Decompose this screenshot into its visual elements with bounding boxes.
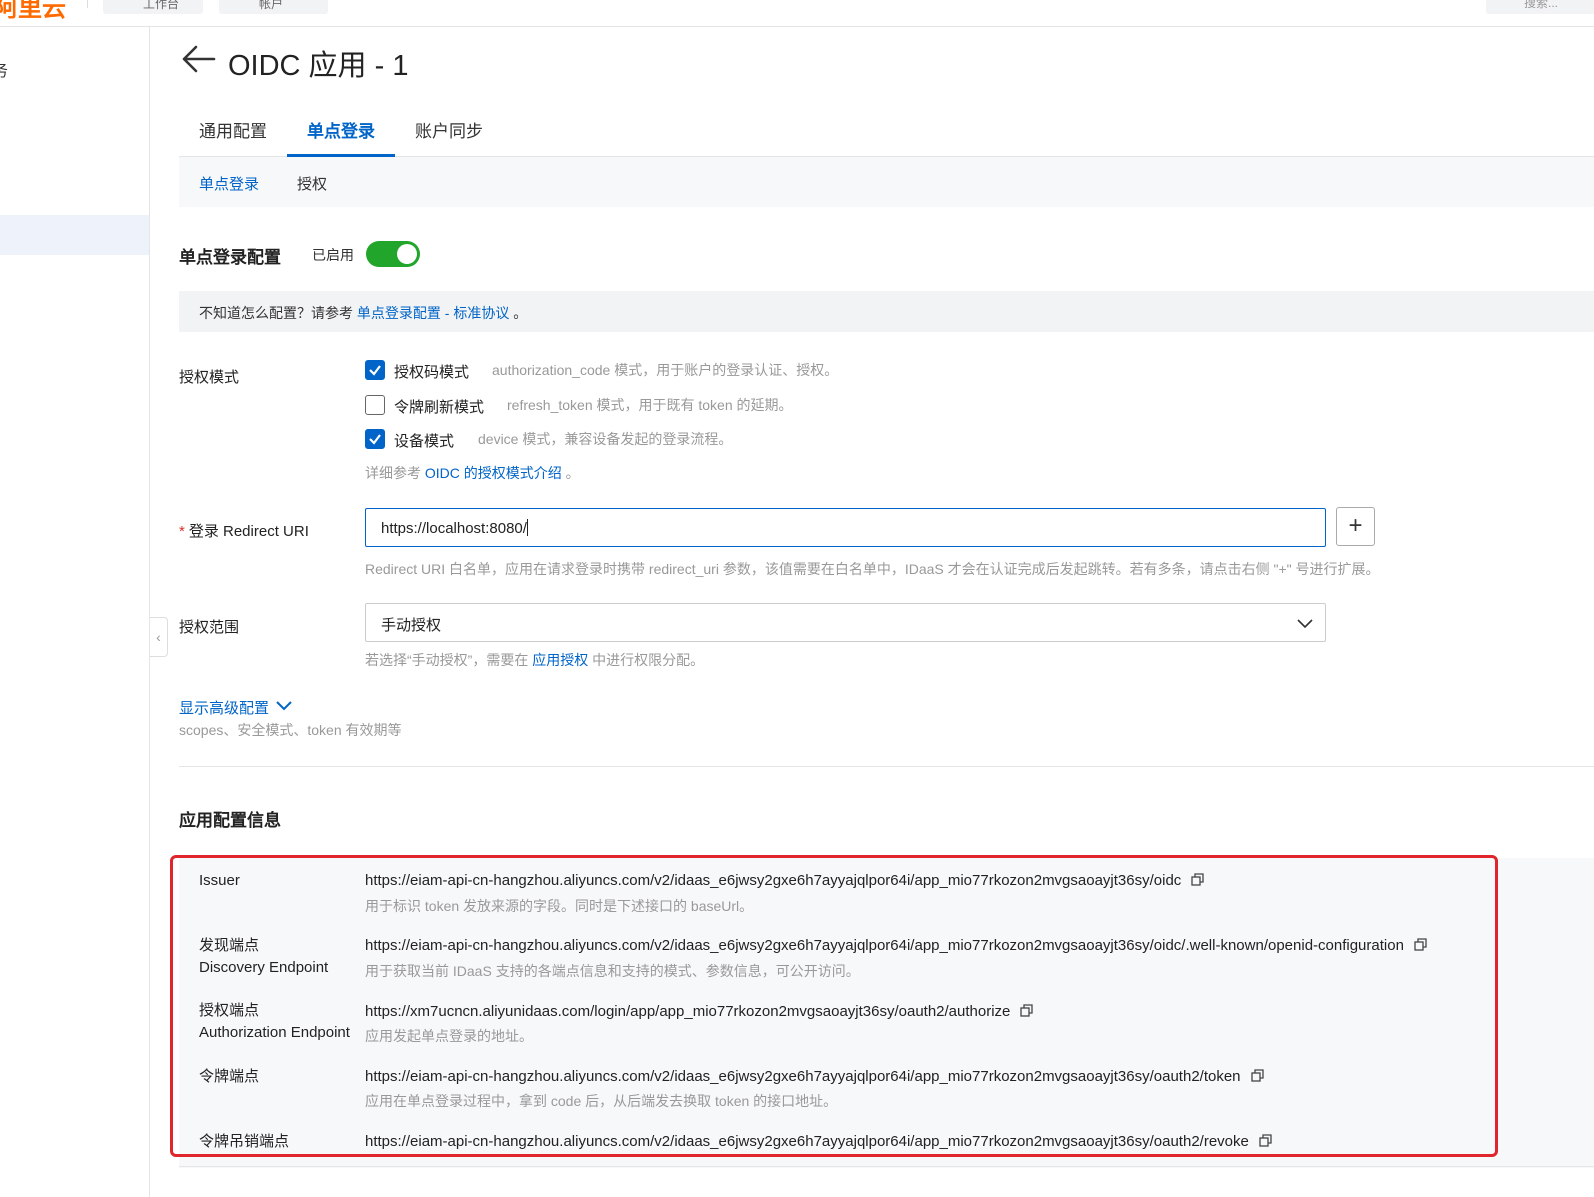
- grant-ref-suffix: 。: [565, 465, 580, 481]
- refresh-token-desc: refresh_token 模式，用于既有 token 的延期。: [507, 397, 793, 413]
- workbench-label: 工作台: [143, 0, 180, 11]
- refresh-token-label: 令牌刷新模式: [394, 399, 485, 416]
- app-info-title: 应用配置信息: [179, 811, 281, 830]
- add-redirect-uri-button[interactable]: +: [1336, 507, 1375, 546]
- checkmark-icon: [369, 434, 381, 445]
- scope-selected-value: 手动授权: [381, 617, 442, 634]
- highlight-frame: [170, 855, 1498, 1157]
- app-info-divider: [179, 1166, 1594, 1167]
- required-mark: *: [179, 523, 185, 540]
- global-search-input[interactable]: 搜索...: [1486, 0, 1594, 14]
- device-checkbox[interactable]: [365, 429, 385, 449]
- grant-mode-label: 授权模式: [179, 369, 240, 386]
- grant-ref-text: 详细参考: [365, 465, 421, 481]
- chevron-down-icon: [1297, 619, 1313, 629]
- scope-hint: 若选择“手动授权”，需要在 应用授权 中进行权限分配。: [365, 650, 704, 670]
- chevron-left-icon: ‹: [156, 629, 161, 645]
- redirect-uri-value: https://localhost:8080/: [381, 519, 528, 537]
- notice-prefix: 不知道怎么配置？请参考: [199, 305, 353, 321]
- section-divider: [179, 766, 1594, 767]
- auth-code-label: 授权码模式: [394, 364, 470, 381]
- search-placeholder: 搜索...: [1524, 0, 1559, 10]
- sub-tabs: 单点登录 授权: [179, 157, 1594, 207]
- auth-code-desc: authorization_code 模式，用于账户的登录认证、授权。: [492, 362, 839, 378]
- back-button[interactable]: [180, 42, 216, 76]
- redirect-uri-label: * 登录 Redirect URI: [179, 520, 309, 541]
- sso-status-label: 已启用: [312, 247, 354, 263]
- refresh-token-checkbox[interactable]: [365, 395, 385, 415]
- help-notice: 不知道怎么配置？请参考 单点登录配置 - 标准协议 。: [179, 291, 1594, 332]
- sidebar-item-active[interactable]: [0, 215, 149, 255]
- sidebar-item-label[interactable]: 务: [0, 57, 8, 81]
- notice-suffix: 。: [513, 305, 528, 321]
- redirect-uri-input[interactable]: https://localhost:8080/: [365, 508, 1326, 547]
- notice-link[interactable]: 单点登录配置 - 标准协议: [357, 305, 509, 321]
- sso-enable-toggle[interactable]: [366, 241, 420, 267]
- resource-label: 帐户: [259, 0, 284, 11]
- subtab-sso[interactable]: 单点登录: [199, 173, 259, 194]
- advanced-hint: scopes、安全模式、token 有效期等: [179, 722, 402, 738]
- tab-general[interactable]: 通用配置: [199, 117, 267, 142]
- logo-separator: [87, 0, 88, 8]
- redirect-uri-text: https://localhost:8080/: [381, 520, 527, 537]
- redirect-uri-label-text: 登录 Redirect URI: [188, 523, 309, 540]
- app-authorization-link[interactable]: 应用授权: [532, 652, 588, 668]
- device-label: 设备模式: [394, 433, 455, 450]
- top-bar: 阿里云 工作台 帐户 搜索...: [0, 0, 1594, 27]
- auth-code-checkbox[interactable]: [365, 360, 385, 380]
- subtab-authorization[interactable]: 授权: [297, 173, 327, 194]
- scope-hint-suffix: 中进行权限分配。: [592, 652, 705, 668]
- redirect-uri-hint: Redirect URI 白名单，应用在请求登录时携带 redirect_uri…: [365, 561, 1380, 577]
- left-sidebar: 务: [0, 27, 150, 1197]
- chevron-down-icon[interactable]: [276, 698, 292, 712]
- toggle-knob: [397, 244, 417, 264]
- workbench-button[interactable]: 工作台: [103, 0, 203, 14]
- grant-ref-hint: 详细参考 OIDC 的授权模式介绍 。: [365, 463, 580, 483]
- text-caret: [526, 519, 528, 536]
- arrow-left-icon: [182, 45, 216, 73]
- sso-config-title: 单点登录配置: [179, 248, 281, 267]
- resource-button[interactable]: 帐户: [219, 0, 328, 14]
- grant-ref-link[interactable]: OIDC 的授权模式介绍: [425, 465, 562, 481]
- page-title: OIDC 应用 - 1: [228, 50, 409, 82]
- main-tabs: 通用配置 单点登录 账户同步: [179, 102, 1594, 157]
- scope-label: 授权范围: [179, 619, 240, 636]
- checkmark-icon: [369, 365, 381, 376]
- brand-logo[interactable]: 阿里云: [0, 0, 66, 23]
- scope-select[interactable]: 手动授权: [365, 603, 1326, 642]
- device-desc: device 模式，兼容设备发起的登录流程。: [478, 431, 733, 447]
- tab-sso[interactable]: 单点登录: [307, 117, 375, 142]
- show-advanced-toggle[interactable]: 显示高级配置: [179, 697, 269, 718]
- scope-hint-prefix: 若选择“手动授权”，需要在: [365, 652, 529, 668]
- tab-account-sync[interactable]: 账户同步: [415, 117, 483, 142]
- notice-text: 不知道怎么配置？请参考 单点登录配置 - 标准协议 。: [199, 303, 527, 323]
- sidebar-collapse-button[interactable]: ‹: [150, 617, 168, 657]
